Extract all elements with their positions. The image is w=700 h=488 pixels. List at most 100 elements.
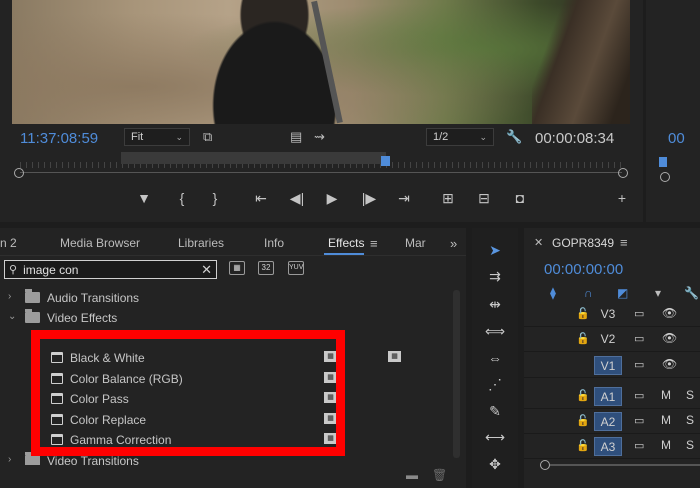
mark-in-button[interactable]: { bbox=[171, 190, 193, 206]
mute-button[interactable]: M bbox=[661, 438, 671, 452]
sync-lock-icon[interactable]: ▭ bbox=[634, 389, 644, 402]
source-playhead[interactable] bbox=[659, 157, 667, 167]
snap-icon[interactable]: ∩ bbox=[584, 286, 593, 300]
track-row[interactable]: 🔓 V3 ▭ 👁 bbox=[524, 302, 700, 327]
track-row[interactable]: 🔓 A2 ▭ M S bbox=[524, 409, 700, 434]
list-item[interactable]: › Audio Transitions bbox=[0, 288, 456, 308]
track-label[interactable]: V2 bbox=[594, 330, 622, 349]
mark-out-button[interactable]: } bbox=[204, 190, 226, 206]
solo-button[interactable]: S bbox=[686, 413, 694, 427]
add-marker-icon[interactable]: ▾ bbox=[655, 286, 661, 300]
panel-menu-icon[interactable]: ≡ bbox=[620, 235, 628, 250]
linked-selection-icon[interactable]: ◩ bbox=[617, 286, 628, 300]
track-row[interactable]: 🔓 A3 ▭ M S bbox=[524, 434, 700, 459]
track-label[interactable]: V1 bbox=[594, 356, 622, 375]
track-select-tool-icon[interactable]: ⇉ bbox=[484, 268, 506, 285]
tab-info[interactable]: Info bbox=[264, 236, 284, 250]
lock-icon[interactable]: 🔓 bbox=[576, 307, 590, 320]
lock-icon[interactable]: 🔓 bbox=[576, 389, 590, 402]
wrench-icon[interactable]: 🔧 bbox=[506, 129, 522, 145]
insert-button[interactable]: ⊞ bbox=[437, 190, 459, 207]
32bit-filter[interactable]: 32 bbox=[258, 261, 274, 275]
list-item[interactable]: ⌄ Video Effects bbox=[0, 308, 456, 328]
selection-tool-icon[interactable]: ➤ bbox=[484, 242, 506, 259]
sequence-tab[interactable]: GOPR8349 bbox=[552, 236, 614, 250]
tab-program-2[interactable]: n 2 bbox=[0, 236, 17, 250]
tab-markers[interactable]: Mar bbox=[405, 236, 426, 250]
scrub-bar[interactable] bbox=[14, 152, 628, 178]
hand-tool-icon[interactable]: ✥ bbox=[484, 456, 506, 473]
chevron-right-icon[interactable]: › bbox=[8, 454, 11, 465]
accelerated-effects-filter[interactable]: ▦ bbox=[229, 261, 245, 275]
new-folder-icon[interactable]: ▬ bbox=[406, 468, 418, 482]
slip-tool-icon[interactable]: ✎ bbox=[484, 403, 506, 420]
mute-button[interactable]: M bbox=[661, 388, 671, 402]
track-label[interactable]: A1 bbox=[594, 387, 622, 406]
track-row[interactable]: 🔓 V2 ▭ 👁 bbox=[524, 327, 700, 352]
duration-timecode: 00:00:08:34 bbox=[535, 130, 615, 147]
playhead-timecode[interactable]: 11:37:08:59 bbox=[20, 130, 98, 147]
playback-resolution-dropdown[interactable]: 1/2 ⌄ bbox=[426, 128, 494, 146]
zoom-level-dropdown[interactable]: Fit ⌄ bbox=[124, 128, 190, 146]
play-button[interactable]: ▶ bbox=[321, 190, 343, 207]
chevron-right-icon[interactable]: › bbox=[8, 291, 11, 302]
overwrite-button[interactable]: ⊟ bbox=[473, 190, 495, 207]
timeline-zoom-bar[interactable] bbox=[550, 464, 700, 466]
track-label[interactable]: A3 bbox=[594, 437, 622, 456]
solo-button[interactable]: S bbox=[686, 388, 694, 402]
add-marker-button[interactable]: ▼ bbox=[133, 190, 155, 206]
playhead-marker[interactable] bbox=[381, 156, 390, 166]
sync-lock-icon[interactable]: ▭ bbox=[634, 332, 644, 345]
ripple-edit-tool-icon[interactable]: ⇹ bbox=[484, 296, 506, 313]
tab-media-browser[interactable]: Media Browser bbox=[60, 236, 140, 250]
sync-lock-icon[interactable]: ▭ bbox=[634, 307, 644, 320]
waveform-icon[interactable]: ⇝ bbox=[314, 129, 325, 145]
zoom-start-handle[interactable] bbox=[14, 168, 24, 178]
rolling-edit-tool-icon[interactable]: ⟺ bbox=[484, 323, 506, 340]
track-row[interactable]: 🔓 A1 ▭ M S bbox=[524, 384, 700, 409]
chevron-down-icon[interactable]: ⌄ bbox=[8, 311, 16, 322]
go-to-in-button[interactable]: ⇤ bbox=[250, 190, 272, 207]
timeline-zoom-handle[interactable] bbox=[540, 460, 550, 470]
add-button[interactable]: + bbox=[611, 190, 633, 206]
rate-stretch-tool-icon[interactable]: ⇔ bbox=[484, 350, 506, 366]
slide-tool-icon[interactable]: ⟷ bbox=[484, 429, 506, 446]
timeline-timecode[interactable]: 00:00:00:00 bbox=[544, 261, 623, 278]
eye-icon[interactable]: 👁 bbox=[662, 306, 677, 320]
settings-frame-icon[interactable]: ⧉ bbox=[203, 129, 212, 145]
folder-label: Audio Transitions bbox=[47, 291, 140, 305]
close-icon[interactable]: ✕ bbox=[534, 236, 543, 249]
tab-effects[interactable]: Effects bbox=[328, 236, 364, 250]
track-label[interactable]: V3 bbox=[594, 305, 622, 324]
razor-tool-icon[interactable]: ⋰ bbox=[484, 376, 506, 393]
settings-wrench-icon[interactable]: 🔧 bbox=[684, 286, 699, 300]
mute-button[interactable]: M bbox=[661, 413, 671, 427]
panel-menu-icon[interactable]: ≡ bbox=[370, 236, 378, 251]
track-row[interactable]: V1 ▭ 👁 bbox=[524, 353, 700, 378]
lock-icon[interactable]: 🔓 bbox=[576, 414, 590, 427]
eye-icon[interactable]: 👁 bbox=[662, 331, 677, 345]
more-tabs-icon[interactable]: » bbox=[450, 236, 457, 251]
camera-icon[interactable]: ◘ bbox=[509, 190, 531, 206]
source-zoom-handle[interactable] bbox=[660, 172, 670, 182]
effects-search-input[interactable] bbox=[23, 262, 194, 277]
lock-icon[interactable]: 🔓 bbox=[576, 439, 590, 452]
eye-icon[interactable]: 👁 bbox=[662, 357, 677, 371]
go-to-out-button[interactable]: ⇥ bbox=[393, 190, 415, 207]
sync-lock-icon[interactable]: ▭ bbox=[634, 358, 644, 371]
lock-icon[interactable]: 🔓 bbox=[576, 332, 590, 345]
delete-icon[interactable]: 🗑 bbox=[432, 468, 447, 482]
solo-button[interactable]: S bbox=[686, 438, 694, 452]
tab-libraries[interactable]: Libraries bbox=[178, 236, 224, 250]
yuv-filter[interactable]: YUV bbox=[288, 261, 304, 275]
nest-icon[interactable]: ⧫ bbox=[550, 286, 556, 300]
zoom-end-handle[interactable] bbox=[618, 168, 628, 178]
effects-scrollbar[interactable] bbox=[453, 290, 460, 458]
step-forward-button[interactable]: |▶ bbox=[358, 190, 380, 207]
clear-search-icon[interactable]: ✕ bbox=[201, 262, 212, 278]
step-back-button[interactable]: ◀| bbox=[286, 190, 308, 207]
track-label[interactable]: A2 bbox=[594, 412, 622, 431]
sync-lock-icon[interactable]: ▭ bbox=[634, 414, 644, 427]
export-frame-icon[interactable]: ▤ bbox=[290, 129, 302, 145]
sync-lock-icon[interactable]: ▭ bbox=[634, 439, 644, 452]
